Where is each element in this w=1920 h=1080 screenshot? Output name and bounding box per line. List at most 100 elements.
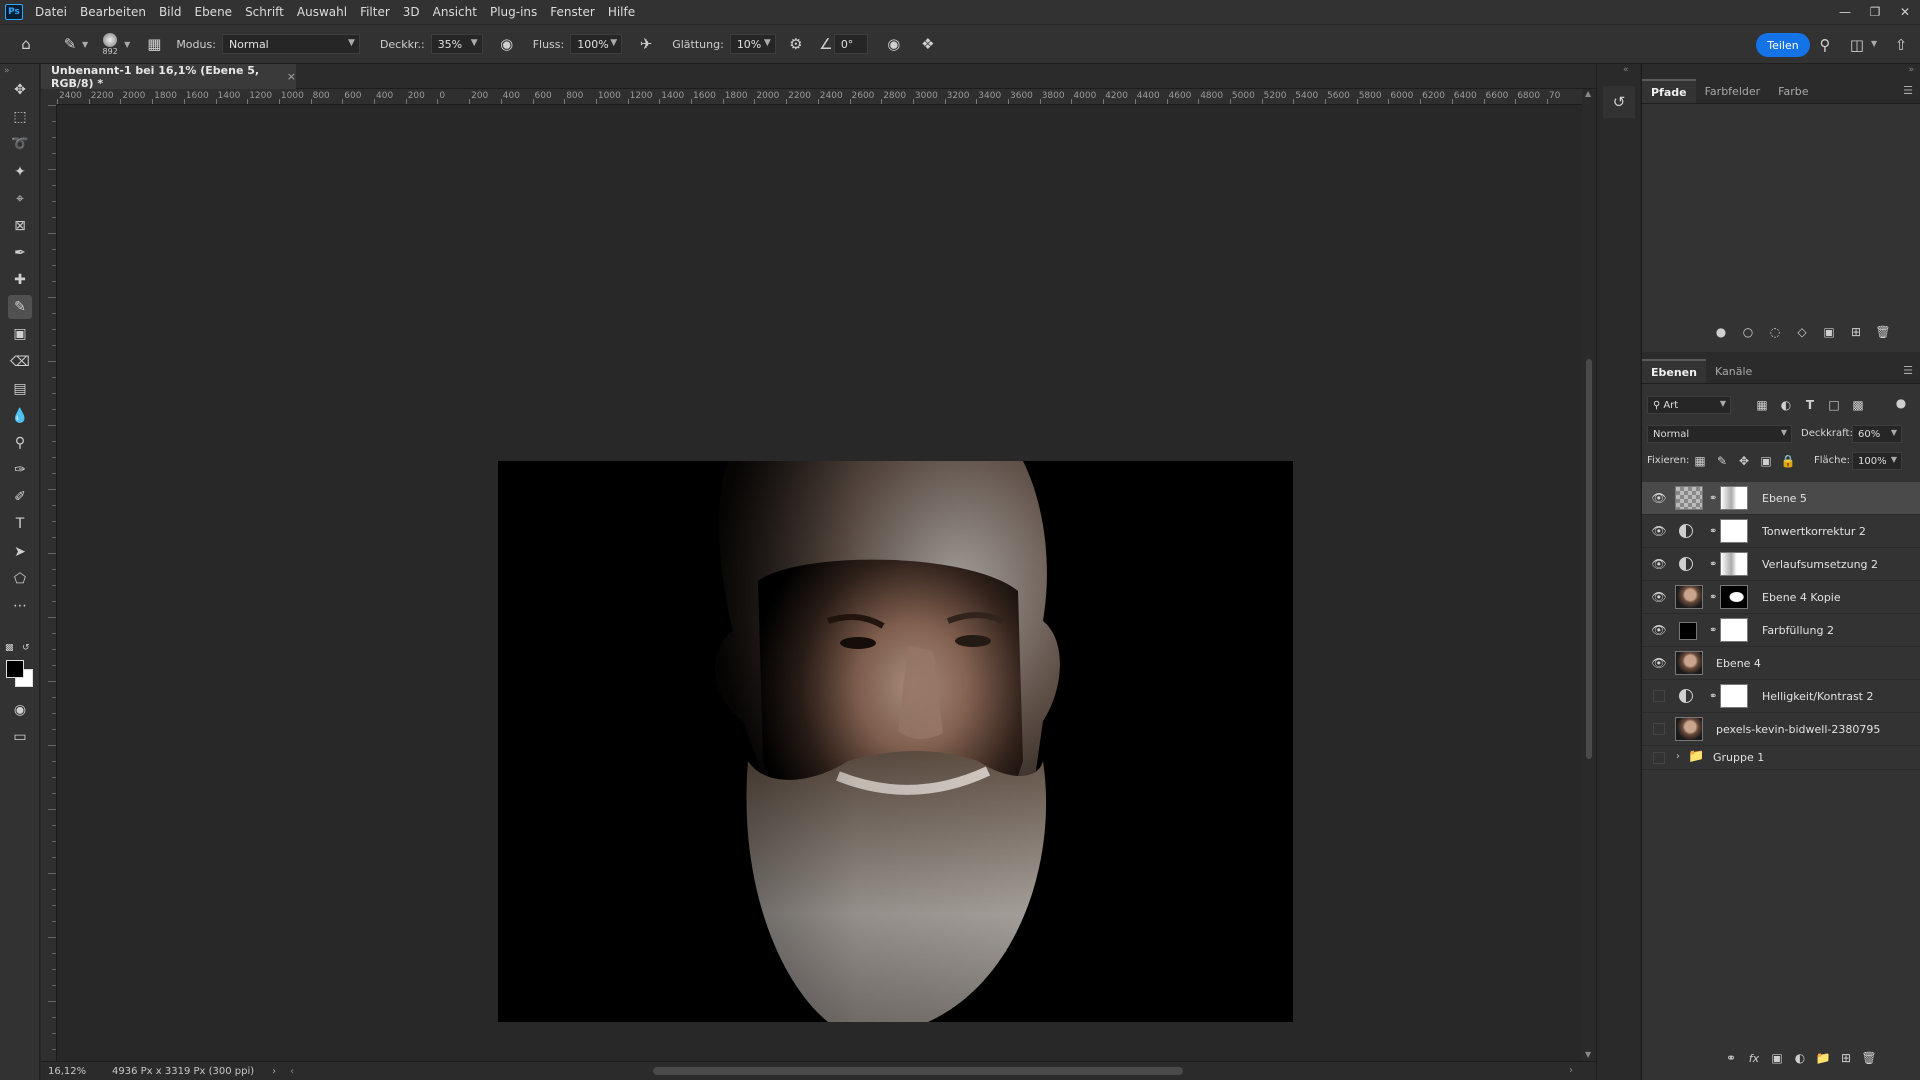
- tab-pfade[interactable]: Pfade: [1642, 79, 1696, 103]
- pressure-size-icon[interactable]: ◉: [882, 32, 906, 56]
- filter-shape-icon[interactable]: □: [1826, 397, 1842, 413]
- home-icon[interactable]: ⌂: [14, 32, 38, 56]
- layer-name[interactable]: Farbfüllung 2: [1762, 624, 1834, 637]
- lock-position-icon[interactable]: ✥: [1736, 453, 1752, 469]
- layer-name[interactable]: Tonwertkorrektur 2: [1762, 525, 1866, 538]
- smoothing-settings-gear-icon[interactable]: ⚙: [784, 32, 808, 56]
- lasso-tool-icon[interactable]: ➰: [8, 132, 32, 156]
- make-work-path-icon[interactable]: ◇: [1794, 324, 1810, 340]
- menu-ebene[interactable]: Ebene: [194, 5, 232, 19]
- smoothing-field[interactable]: 10% ▼: [729, 34, 776, 54]
- workspace-icon[interactable]: ◫: [1845, 33, 1869, 57]
- search-icon[interactable]: ⚲: [1813, 33, 1837, 57]
- layer-mask-thumbnail[interactable]: [1720, 519, 1748, 543]
- share-export-icon[interactable]: ⇧: [1889, 33, 1913, 57]
- history-panel-icon[interactable]: ↺: [1603, 86, 1635, 118]
- layer-mask-thumbnail[interactable]: [1720, 486, 1748, 510]
- layer-opacity-field[interactable]: 60% ▼: [1852, 425, 1902, 443]
- visibility-eye-icon[interactable]: 👁: [1651, 655, 1667, 671]
- layer-row-ebene-4-kopie[interactable]: 👁 ⚭ Ebene 4 Kopie: [1642, 581, 1920, 614]
- add-layer-mask-icon[interactable]: ▣: [1769, 1050, 1785, 1066]
- new-layer-icon[interactable]: ⊞: [1838, 1050, 1854, 1066]
- menu-datei[interactable]: Datei: [35, 5, 67, 19]
- mask-link-icon[interactable]: ⚭: [1709, 691, 1717, 702]
- layer-fill-field[interactable]: 100% ▼: [1852, 452, 1902, 470]
- brush-picker-chevron-icon[interactable]: ▼: [124, 40, 130, 49]
- airbrush-icon[interactable]: ✈: [634, 32, 658, 56]
- visibility-toggle-off[interactable]: [1653, 723, 1665, 735]
- mode-select[interactable]: Normal ▼: [221, 34, 360, 54]
- new-group-folder-icon[interactable]: 📁: [1815, 1050, 1831, 1066]
- layer-row-helligkeit-kontrast-2[interactable]: ⚭ Helligkeit/Kontrast 2: [1642, 680, 1920, 713]
- layer-row-ebene-5[interactable]: 👁 ⚭ Ebene 5: [1642, 482, 1920, 515]
- tab-ebenen[interactable]: Ebenen: [1642, 359, 1706, 383]
- layer-name[interactable]: Gruppe 1: [1713, 751, 1764, 764]
- layer-filter-select[interactable]: ⚲ Art ▼: [1647, 396, 1731, 414]
- layer-row-gruppe-1[interactable]: › 📁 Gruppe 1: [1642, 746, 1920, 770]
- menu-bild[interactable]: Bild: [159, 5, 182, 19]
- lock-transparency-icon[interactable]: ▦: [1692, 453, 1708, 469]
- menu-fenster[interactable]: Fenster: [550, 5, 595, 19]
- menu-ansicht[interactable]: Ansicht: [433, 5, 477, 19]
- document-image[interactable]: [498, 461, 1293, 1022]
- filter-type-icon[interactable]: T: [1802, 397, 1818, 413]
- visibility-eye-icon[interactable]: 👁: [1651, 556, 1667, 572]
- delete-path-icon[interactable]: 🗑: [1875, 324, 1891, 340]
- close-window-icon[interactable]: ✕: [1890, 0, 1920, 24]
- scroll-right-icon[interactable]: ›: [1569, 1065, 1573, 1076]
- mask-link-icon[interactable]: ⚭: [1709, 559, 1717, 570]
- horizontal-scrollbar-thumb[interactable]: [653, 1067, 1183, 1075]
- layer-mask-thumbnail[interactable]: [1720, 552, 1748, 576]
- document-tab[interactable]: Unbenannt-1 bei 16,1% (Ebene 5, RGB/8) *…: [41, 64, 296, 90]
- tab-kanaele[interactable]: Kanäle: [1706, 359, 1761, 383]
- eraser-tool-icon[interactable]: ⌫: [8, 350, 32, 374]
- menu-schrift[interactable]: Schrift: [245, 5, 284, 19]
- document-dimensions[interactable]: 4936 Px x 3319 Px (300 ppi): [112, 1066, 254, 1077]
- group-expand-chevron-icon[interactable]: ›: [1676, 751, 1680, 762]
- menu-filter[interactable]: Filter: [360, 5, 390, 19]
- new-path-icon[interactable]: ⊞: [1848, 324, 1864, 340]
- layer-name[interactable]: Helligkeit/Kontrast 2: [1762, 690, 1874, 703]
- visibility-eye-icon[interactable]: 👁: [1651, 622, 1667, 638]
- menu-hilfe[interactable]: Hilfe: [608, 5, 635, 19]
- vertical-ruler[interactable]: [41, 105, 57, 1061]
- close-tab-icon[interactable]: ×: [287, 70, 296, 83]
- layer-row-pexels[interactable]: pexels-kevin-bidwell-2380795: [1642, 713, 1920, 746]
- filter-toggle-icon[interactable]: ●: [1893, 395, 1909, 411]
- toolbar-collapse-icon[interactable]: »: [4, 66, 10, 76]
- mask-link-icon[interactable]: ⚭: [1709, 493, 1717, 504]
- scroll-left-icon[interactable]: ‹: [290, 1066, 294, 1077]
- share-button[interactable]: Teilen: [1756, 33, 1810, 57]
- dodge-tool-icon[interactable]: ⚲: [8, 431, 32, 455]
- vertical-scrollbar-thumb[interactable]: [1586, 359, 1592, 759]
- scroll-down-icon[interactable]: ▼: [1585, 1050, 1591, 1059]
- layer-mask-thumbnail[interactable]: [1720, 585, 1748, 609]
- stroke-path-icon[interactable]: ○: [1740, 324, 1756, 340]
- eyedropper-tool-icon[interactable]: ✒: [8, 241, 32, 265]
- load-selection-icon[interactable]: ◌: [1767, 324, 1783, 340]
- blend-mode-select[interactable]: Normal ▼: [1647, 425, 1792, 443]
- delete-layer-trash-icon[interactable]: 🗑: [1861, 1050, 1877, 1066]
- angle-field[interactable]: 0°: [833, 34, 868, 54]
- layer-row-tonwertkorrektur-2[interactable]: 👁 ⚭ Tonwertkorrektur 2: [1642, 515, 1920, 548]
- tool-preset-chevron-icon[interactable]: ▼: [82, 40, 88, 49]
- layers-panel-menu-icon[interactable]: ☰: [1903, 364, 1913, 377]
- minimize-icon[interactable]: —: [1830, 0, 1860, 24]
- screen-mode-icon[interactable]: ▭: [8, 725, 32, 749]
- dock-collapse-icon[interactable]: «: [1623, 65, 1629, 75]
- foreground-color-swatch[interactable]: [6, 660, 24, 678]
- menu-plugins[interactable]: Plug-ins: [490, 5, 537, 19]
- blur-tool-icon[interactable]: 💧: [8, 404, 32, 428]
- path-selection-tool-icon[interactable]: ➤: [8, 540, 32, 564]
- layer-name[interactable]: Ebene 4 Kopie: [1762, 591, 1841, 604]
- status-menu-chevron-icon[interactable]: ›: [272, 1066, 276, 1077]
- filter-pixel-icon[interactable]: ▦: [1754, 397, 1770, 413]
- ruler-origin[interactable]: [41, 89, 57, 105]
- default-colors-icon[interactable]: ▩: [5, 643, 14, 653]
- stamp-tool-icon[interactable]: ▣: [8, 322, 32, 346]
- mask-link-icon[interactable]: ⚭: [1709, 526, 1717, 537]
- canvas-area[interactable]: [57, 105, 1582, 1061]
- freeform-pen-tool-icon[interactable]: ✐: [8, 485, 32, 509]
- brush-preset-picker[interactable]: 892: [96, 29, 124, 59]
- visibility-eye-icon[interactable]: 👁: [1651, 523, 1667, 539]
